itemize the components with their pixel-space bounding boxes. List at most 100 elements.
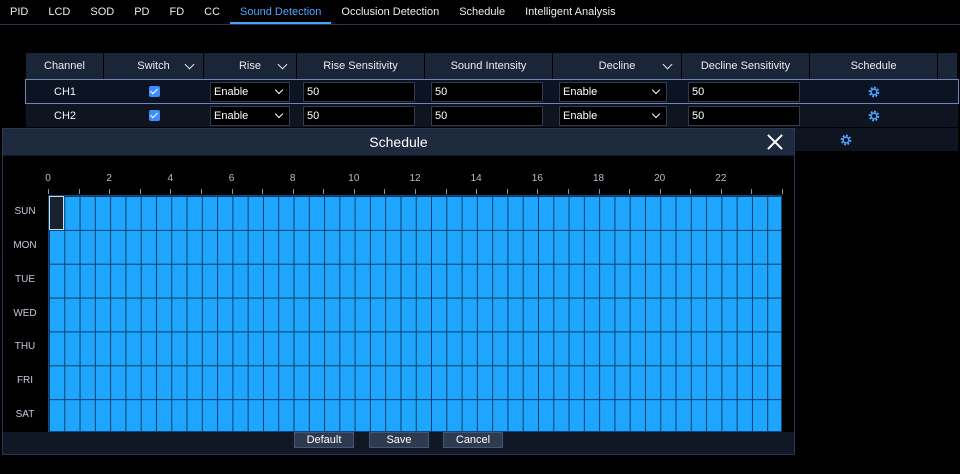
header-sound-intensity: Sound Intensity [425, 53, 553, 79]
chevron-down-icon [274, 109, 284, 118]
hour-label: 2 [106, 173, 112, 184]
cell-switch [104, 104, 204, 127]
header-decline[interactable]: Decline [553, 53, 682, 79]
tab-pd[interactable]: PD [124, 0, 159, 24]
cell-rise-sensitivity: 50 [297, 104, 425, 127]
cancel-button[interactable]: Cancel [443, 432, 503, 448]
tab-intelligent-analysis[interactable]: Intelligent Analysis [515, 0, 626, 24]
decline-select[interactable]: Enable [559, 81, 667, 102]
switch-checkbox[interactable] [148, 110, 160, 121]
dialog-buttons: Default Save Cancel [3, 432, 794, 449]
hour-tick [782, 189, 783, 194]
tab-occlusion-detection[interactable]: Occlusion Detection [331, 0, 449, 24]
hour-tick [48, 189, 49, 194]
tab-sod[interactable]: SOD [80, 0, 124, 24]
cell-schedule [810, 104, 938, 127]
hour-label: 10 [348, 173, 360, 184]
cell-schedule [782, 128, 910, 151]
chevron-down-icon [651, 85, 661, 94]
day-label: THU [14, 341, 36, 353]
hour-label: 20 [654, 173, 666, 184]
hour-label: 4 [167, 173, 174, 184]
decline-select[interactable]: Enable [559, 105, 667, 126]
schedule-grid[interactable] [48, 195, 782, 432]
hour-tick [78, 189, 80, 194]
header-spacer [938, 53, 958, 79]
cell-switch [104, 80, 204, 103]
hour-tick [476, 189, 478, 194]
schedule-dialog: Schedule 0 2 4 6 8 10 12 14 16 18 20 22 SUN MON TUE WE… [2, 128, 795, 455]
cell-rise-sensitivity: 50 [297, 80, 425, 103]
hour-tick [200, 189, 202, 194]
hour-label: 14 [470, 173, 482, 184]
tab-cc[interactable]: CC [194, 0, 230, 24]
chevron-down-icon [651, 109, 661, 118]
chevron-down-icon [184, 59, 195, 70]
tab-bar: PID LCD SOD PD FD CC Sound Detection Occ… [0, 0, 960, 25]
tab-fd[interactable]: FD [159, 0, 194, 24]
hour-tick [231, 189, 233, 194]
tab-sound-detection[interactable]: Sound Detection [230, 0, 332, 24]
hour-label: 16 [531, 173, 543, 184]
table-row[interactable]: CH1 Enable 50 50 Enable 50 [25, 79, 959, 104]
day-label: SAT [15, 409, 35, 421]
day-label: TUE [15, 273, 35, 285]
hour-label: 12 [409, 173, 421, 184]
hour-tick [109, 189, 111, 194]
cell-decline: Enable [553, 104, 682, 127]
day-label: SUN [14, 205, 36, 217]
hour-tick [384, 189, 386, 194]
rise-sensitivity-input[interactable]: 50 [303, 81, 415, 102]
hour-tick [415, 189, 416, 194]
cell-sound-intensity: 50 [425, 104, 553, 127]
rise-sensitivity-input[interactable]: 50 [303, 105, 415, 126]
chevron-down-icon [277, 59, 288, 70]
hour-tick [567, 189, 569, 194]
header-decline-sensitivity: Decline Sensitivity [682, 53, 810, 79]
save-button[interactable]: Save [369, 432, 429, 448]
hour-tick [262, 189, 264, 194]
switch-checkbox[interactable] [148, 86, 160, 97]
schedule-grid-area: 0 2 4 6 8 10 12 14 16 18 20 22 SUN MON TUE WED THU FRI SA… [3, 156, 794, 432]
header-rise[interactable]: Rise [204, 53, 297, 79]
tab-pid[interactable]: PID [0, 0, 38, 24]
decline-sensitivity-input[interactable]: 50 [688, 81, 800, 102]
header-switch[interactable]: Switch [104, 53, 204, 79]
cell-decline-sensitivity: 50 [682, 80, 810, 103]
tab-lcd[interactable]: LCD [38, 0, 80, 24]
cell-decline: Enable [553, 80, 682, 103]
rise-select[interactable]: Enable [210, 81, 290, 102]
hour-tick [751, 189, 753, 194]
decline-sensitivity-input[interactable]: 50 [688, 105, 800, 126]
gear-icon[interactable] [867, 109, 881, 123]
sound-intensity-input[interactable]: 50 [431, 105, 543, 126]
dialog-title-bar: Schedule [3, 129, 794, 155]
hour-tick [353, 189, 355, 194]
table-row[interactable]: CH2 Enable 50 50 Enable 50 [26, 104, 958, 127]
hour-tick [659, 189, 661, 194]
gear-icon[interactable] [867, 85, 881, 99]
tab-schedule[interactable]: Schedule [449, 0, 515, 24]
default-button[interactable]: Default [294, 432, 354, 448]
gear-icon[interactable] [839, 133, 853, 147]
chevron-down-icon [274, 85, 284, 94]
hour-tick [720, 189, 722, 194]
grid-cell-cursor[interactable] [49, 196, 64, 230]
hour-tick [323, 189, 325, 194]
hour-tick [537, 189, 539, 194]
hour-tick [598, 189, 600, 194]
hour-tick [292, 189, 294, 194]
day-label: FRI [16, 375, 34, 387]
cell-rise: Enable [204, 80, 297, 103]
hour-tick [506, 189, 508, 194]
hour-label: 0 [45, 173, 51, 184]
table-header: Channel Switch Rise Rise Sensitivity Sou… [26, 53, 958, 79]
hour-tick [139, 189, 141, 194]
header-rise-sensitivity: Rise Sensitivity [297, 53, 425, 79]
cell-sound-intensity: 50 [425, 80, 553, 103]
sound-intensity-input[interactable]: 50 [431, 81, 543, 102]
rise-select[interactable]: Enable [210, 105, 290, 126]
close-icon[interactable] [766, 133, 784, 151]
cell-schedule [810, 80, 938, 103]
day-label: WED [13, 307, 37, 319]
